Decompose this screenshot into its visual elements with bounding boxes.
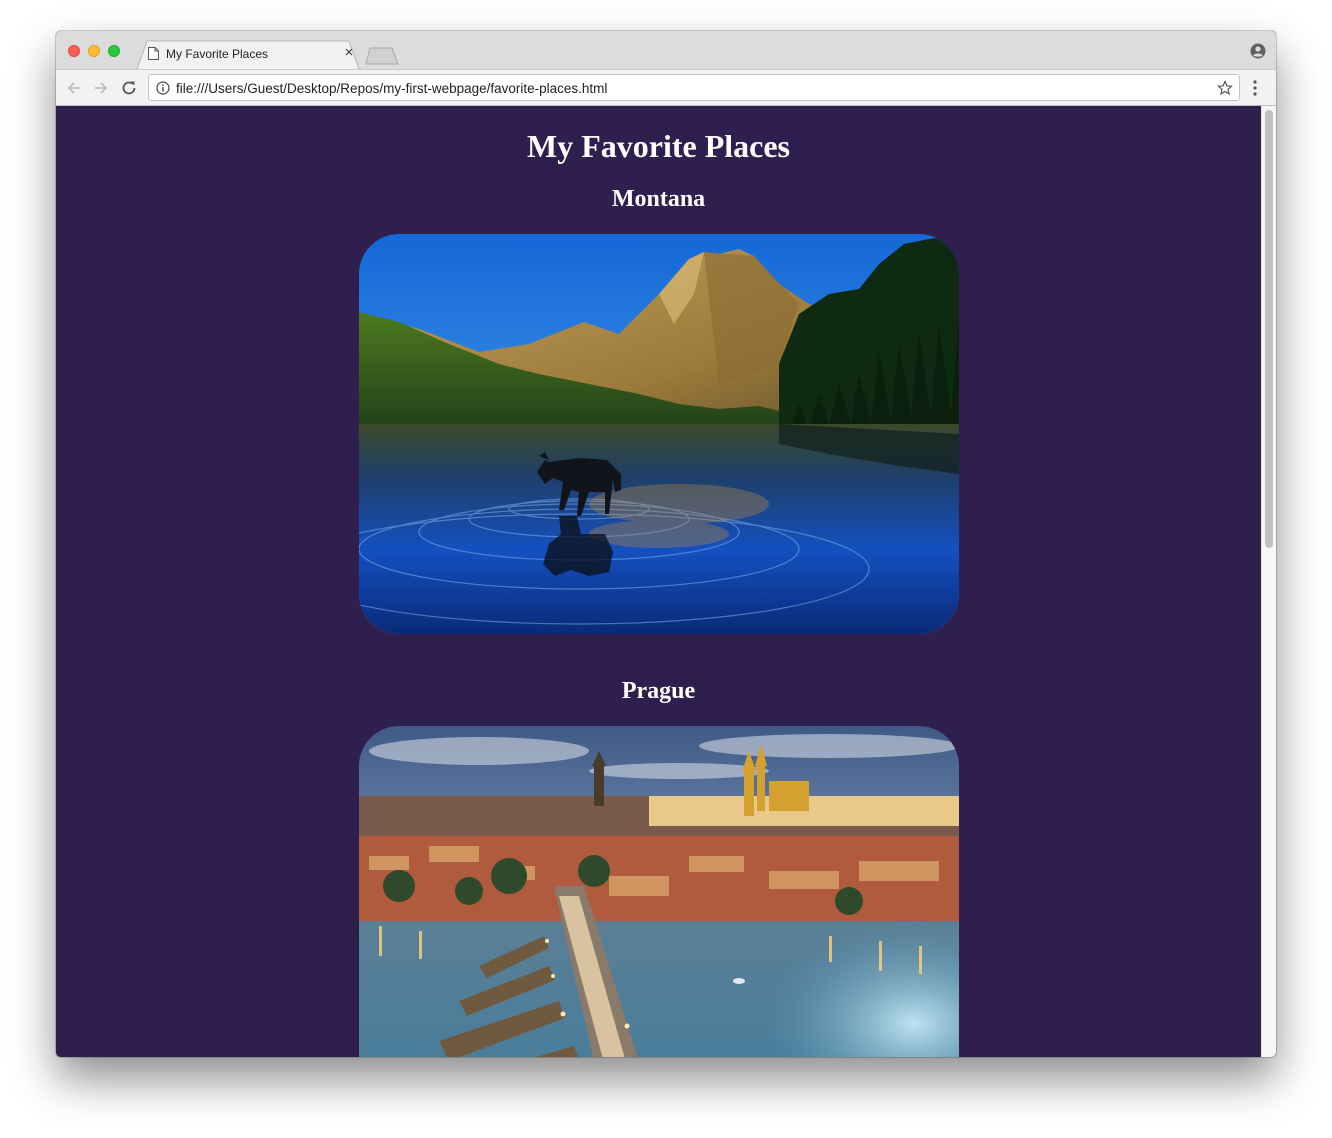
scrollbar-thumb[interactable] (1265, 110, 1273, 548)
tab-title: My Favorite Places (166, 47, 269, 61)
reload-icon[interactable] (119, 78, 139, 98)
montana-photo (359, 234, 959, 634)
zoom-window-button[interactable] (108, 45, 120, 57)
page-icon (148, 47, 159, 60)
tab-close-icon[interactable]: × (341, 44, 357, 62)
new-tab-button[interactable] (365, 47, 399, 65)
tab-bar: My Favorite Places × (56, 31, 1276, 70)
place-heading-prague: Prague (621, 678, 696, 704)
back-arrow-icon[interactable] (64, 78, 84, 98)
minimize-window-button[interactable] (88, 45, 100, 57)
close-window-button[interactable] (68, 45, 80, 57)
profile-icon[interactable] (1250, 43, 1266, 59)
url-text: file:///Users/Guest/Desktop/Repos/my-fir… (176, 81, 608, 96)
info-icon[interactable] (156, 81, 170, 95)
page-viewport: My Favorite Places Montana Prague (56, 106, 1261, 1057)
forward-arrow-icon[interactable] (91, 78, 111, 98)
place-heading-montana: Montana (611, 186, 706, 212)
browser-toolbar: file:///Users/Guest/Desktop/Repos/my-fir… (56, 69, 1276, 106)
prague-photo (359, 726, 959, 1057)
kebab-menu-icon[interactable] (1252, 79, 1258, 97)
browser-window: My Favorite Places × file:///Users/Guest… (56, 31, 1276, 1057)
bookmark-star-icon[interactable] (1217, 80, 1233, 96)
address-bar[interactable]: file:///Users/Guest/Desktop/Repos/my-fir… (148, 74, 1240, 101)
vertical-scrollbar[interactable] (1261, 106, 1276, 1057)
page-title: My Favorite Places (527, 128, 790, 164)
